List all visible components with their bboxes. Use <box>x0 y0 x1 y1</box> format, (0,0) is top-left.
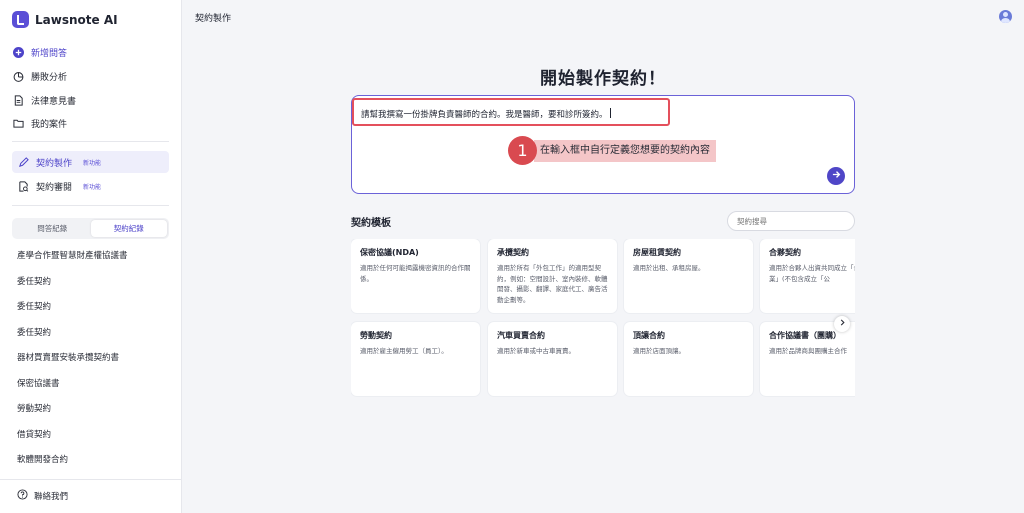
list-item[interactable]: 器材買賣暨安裝承攬契約書 <box>17 350 128 376</box>
new-feature-badge: 新功能 <box>83 183 102 191</box>
top-bar: 契約製作 <box>182 0 1024 34</box>
sidebar-item-label: 契約審閱 <box>36 182 73 193</box>
sidebar: Lawsnote AI 新增問答 勝敗分析 法律意見書 我的案件 契約製作 新功… <box>0 0 182 513</box>
annotation-highlight-box <box>352 98 670 126</box>
card-title: 合夥契約 <box>769 248 801 257</box>
card-description: 適用於合夥人出資共同成立「合夥事業」(不包含成立「公 <box>769 264 855 283</box>
lawsnote-logo-icon <box>12 11 29 28</box>
pen-icon <box>17 156 29 168</box>
list-item[interactable]: 委任契約 <box>17 274 128 300</box>
history-tabs: 問答紀錄 契約紀錄 <box>12 218 169 239</box>
card-title: 勞動契約 <box>360 331 392 340</box>
annotation-callout: 1 在輸入框中自行定義您想要的契約內容 <box>508 136 716 165</box>
new-feature-badge: 新功能 <box>83 159 102 167</box>
sidebar-divider <box>0 479 181 480</box>
template-search-input[interactable] <box>727 211 855 231</box>
pie-chart-icon <box>12 70 24 82</box>
template-card[interactable]: 頂讓合約 適用於店面頂讓。 <box>624 322 753 396</box>
list-item[interactable]: 委任契約 <box>17 299 128 325</box>
sidebar-item-label: 勝敗分析 <box>31 72 68 83</box>
list-item[interactable]: 保密協議書 <box>17 376 128 402</box>
document-icon <box>12 94 24 106</box>
list-item[interactable]: 軟體開發合約 <box>17 452 128 478</box>
card-title: 保密協議(NDA) <box>360 248 419 257</box>
sidebar-item-label: 我的案件 <box>31 119 68 130</box>
template-card[interactable]: 承攬契約 適用於所有「外包工作」的適用型契約，例如：空間設計、室內裝修、軟體開發… <box>488 239 617 313</box>
sidebar-item-label: 契約製作 <box>36 158 73 169</box>
tab-contract-history[interactable]: 契約紀錄 <box>90 220 167 237</box>
list-item[interactable]: 產學合作暨智慧財產權協議書 <box>17 248 128 274</box>
contact-us-label: 聯絡我們 <box>34 492 69 502</box>
help-circle-icon <box>17 489 28 503</box>
card-title: 房屋租賃契約 <box>633 248 681 257</box>
step-label: 在輸入框中自行定義您想要的契約內容 <box>534 139 716 162</box>
card-title: 承攬契約 <box>497 248 529 257</box>
card-description: 適用於雇主僱用勞工（員工）。 <box>360 347 448 355</box>
send-button[interactable] <box>827 167 845 185</box>
sidebar-divider <box>12 141 169 142</box>
plus-circle-icon <box>12 46 24 58</box>
main-content: 契約製作 開始製作契約！ 請幫我撰寫一份掛牌負責醫師的合約。我是醫師，要和診所簽… <box>182 0 1024 513</box>
templates-title: 契約模板 <box>351 218 391 229</box>
brand-name: Lawsnote AI <box>35 12 118 27</box>
arrow-right-icon <box>832 170 841 182</box>
sidebar-item-contract-drafting[interactable]: 契約製作 新功能 <box>17 152 101 172</box>
breadcrumb: 契約製作 <box>195 14 232 24</box>
sidebar-item-my-cases[interactable]: 我的案件 <box>12 113 67 133</box>
carousel-next-button[interactable] <box>834 316 850 332</box>
sidebar-item-contract-review[interactable]: 契約審閱 新功能 <box>17 176 101 196</box>
chevron-right-icon <box>839 319 846 329</box>
list-item[interactable]: 借貸契約 <box>17 427 128 453</box>
sidebar-item-label: 新增問答 <box>31 48 68 59</box>
step-number-badge: 1 <box>508 136 537 165</box>
card-title: 頂讓合約 <box>633 331 665 340</box>
tab-qa-history[interactable]: 問答紀錄 <box>14 220 91 237</box>
card-description: 適用於出租、承租房屋。 <box>633 264 705 272</box>
folder-icon <box>12 117 24 129</box>
template-card[interactable]: 合作協議書（團購） 適用於品牌商與團購主合作 <box>760 322 855 396</box>
template-card[interactable]: 汽車買賣合約 適用於新車或中古車買賣。 <box>488 322 617 396</box>
card-title: 汽車買賣合約 <box>497 331 545 340</box>
review-document-icon <box>17 180 29 192</box>
template-cards: 保密協議(NDA) 適用於任何可能揭露機密資訊的合作關係。 承攬契約 適用於所有… <box>351 239 855 406</box>
sidebar-divider <box>12 205 169 206</box>
user-avatar-icon[interactable] <box>999 10 1012 23</box>
card-description: 適用於所有「外包工作」的適用型契約，例如：空間設計、室內裝修、軟體開發、攝影、翻… <box>497 264 608 304</box>
brand[interactable]: Lawsnote AI <box>12 11 118 28</box>
list-item[interactable]: 委任契約 <box>17 325 128 351</box>
contract-history-list: 產學合作暨智慧財產權協議書 委任契約 委任契約 委任契約 器材買賣暨安裝承攬契約… <box>17 248 128 478</box>
page-title: 開始製作契約！ <box>540 69 666 89</box>
sidebar-item-new-question[interactable]: 新增問答 <box>12 42 67 62</box>
sidebar-item-label: 法律意見書 <box>31 96 77 107</box>
card-description: 適用於品牌商與團購主合作 <box>769 347 847 355</box>
template-card[interactable]: 勞動契約 適用於雇主僱用勞工（員工）。 <box>351 322 480 396</box>
contact-us-button[interactable]: 聯絡我們 <box>17 489 68 503</box>
sidebar-item-legal-opinion[interactable]: 法律意見書 <box>12 90 76 110</box>
sidebar-item-win-loss-analysis[interactable]: 勝敗分析 <box>12 66 67 86</box>
template-card[interactable]: 房屋租賃契約 適用於出租、承租房屋。 <box>624 239 753 313</box>
card-description: 適用於新車或中古車買賣。 <box>497 347 575 355</box>
template-card[interactable]: 合夥契約 適用於合夥人出資共同成立「合夥事業」(不包含成立「公 <box>760 239 855 313</box>
card-description: 適用於任何可能揭露機密資訊的合作關係。 <box>360 264 471 283</box>
card-description: 適用於店面頂讓。 <box>633 347 685 355</box>
template-card[interactable]: 保密協議(NDA) 適用於任何可能揭露機密資訊的合作關係。 <box>351 239 480 313</box>
list-item[interactable]: 勞動契約 <box>17 401 128 427</box>
